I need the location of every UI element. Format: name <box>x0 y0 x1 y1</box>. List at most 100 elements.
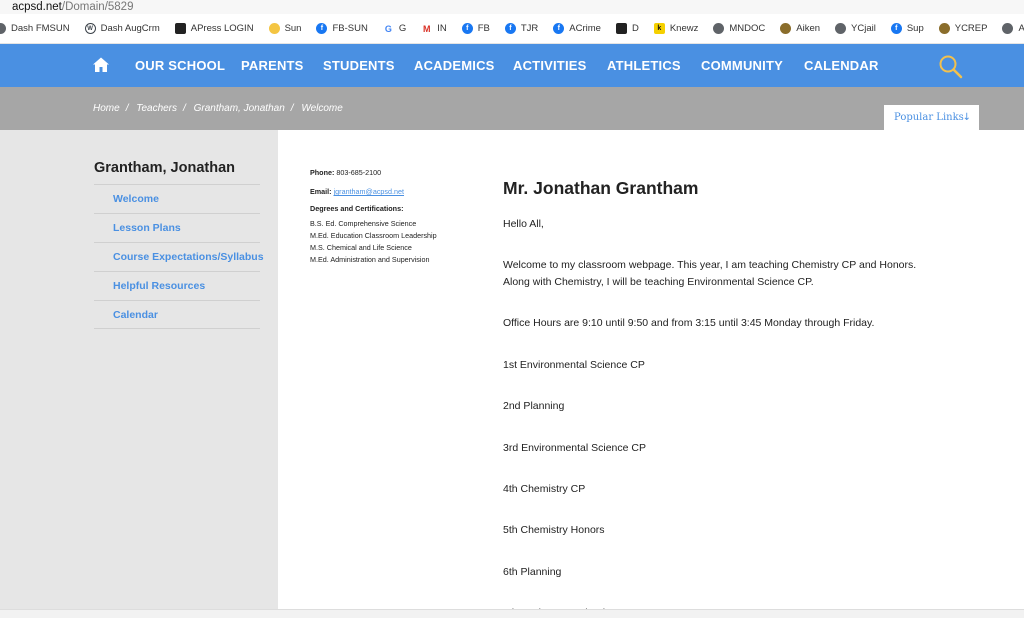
bookmark-item[interactable]: f ACrime <box>553 14 601 43</box>
bookmarks-bar: Dash FMSUN W Dash AugCrm APress LOGIN Sun f FB… <box>0 14 1024 44</box>
dark-icon <box>615 23 627 34</box>
bookmark-item[interactable]: f Sup <box>890 14 924 43</box>
facebook-icon: f <box>890 23 902 34</box>
window-bottom-edge <box>0 609 1024 618</box>
bookmark-item[interactable]: Dash FMSUN <box>0 14 70 43</box>
bookmark-label: APress LOGIN <box>190 23 254 34</box>
bookmark-label: ACrime <box>569 23 601 34</box>
seal-icon <box>938 23 950 34</box>
facebook-icon: f <box>461 23 473 34</box>
facebook-icon: f <box>553 23 565 34</box>
breadcrumb-current: Welcome <box>301 103 343 114</box>
nav-athletics[interactable]: ATHLETICS <box>607 44 681 87</box>
breadcrumb-teacher[interactable]: Grantham, Jonathan <box>194 103 285 114</box>
bookmark-item[interactable]: MNDOC <box>713 14 766 43</box>
nav-activities[interactable]: ACTIVITIES <box>513 44 587 87</box>
sidebar-item-welcome[interactable]: Welcome <box>94 184 260 213</box>
bookmark-label: Dash AugCrm <box>100 23 160 34</box>
intro-line-1: Welcome to my classroom webpage. This ye… <box>503 259 917 271</box>
bookmark-item[interactable]: M IN <box>421 14 447 43</box>
url-path: /Domain/5829 <box>61 1 134 13</box>
popular-links-label: Popular Links <box>894 112 964 123</box>
bookmark-item[interactable]: f FB <box>461 14 490 43</box>
bookmark-label: YCREP <box>954 23 988 34</box>
period-item: 1st Environmental Science CP <box>503 359 645 371</box>
bookmark-item[interactable]: f TJR <box>504 14 539 43</box>
bookmark-item[interactable]: GG <box>382 14 407 43</box>
globe-icon <box>1002 23 1014 34</box>
bookmark-item[interactable]: YCjail <box>835 14 876 43</box>
globe-icon <box>0 23 6 34</box>
degree-item: M.S. Chemical and Life Science <box>310 243 412 252</box>
popular-links-button[interactable]: Popular Links ↓ <box>884 105 979 130</box>
phone-label: Phone: <box>310 168 335 177</box>
bookmark-label: AC <box>1018 23 1024 34</box>
bookmark-label: Sun <box>284 23 302 34</box>
knewz-icon: k <box>653 23 665 34</box>
sidebar-item-helpful-resources[interactable]: Helpful Resources <box>94 271 260 300</box>
bookmark-item[interactable]: f FB-SUN <box>316 14 368 43</box>
phone-row: Phone: 803-685-2100 <box>310 166 490 185</box>
bookmark-label: D <box>631 23 639 34</box>
nav-community[interactable]: COMMUNITY <box>701 44 783 87</box>
globe-icon <box>835 23 847 34</box>
search-icon[interactable] <box>938 54 964 80</box>
nav-calendar[interactable]: CALENDAR <box>804 44 879 87</box>
bookmark-item[interactable]: Aiken <box>780 14 820 43</box>
bookmark-item[interactable]: D <box>615 14 639 43</box>
bookmark-item[interactable]: k Knewz <box>653 14 699 43</box>
nav-our-school[interactable]: OUR SCHOOL <box>135 44 225 87</box>
breadcrumb-home[interactable]: Home <box>93 103 120 114</box>
nav-parents[interactable]: PARENTS <box>241 44 304 87</box>
page-title: Mr. Jonathan Grantham <box>503 178 699 198</box>
breadcrumb-band: Home / Teachers / Grantham, Jonathan / Welc… <box>0 87 1024 130</box>
sidebar-item-calendar[interactable]: Calendar <box>94 300 260 329</box>
bookmark-item[interactable]: AC <box>1002 14 1024 43</box>
sidebar-item-lesson-plans[interactable]: Lesson Plans <box>94 213 260 242</box>
bookmark-label: IN <box>437 23 447 34</box>
sidebar-item-course-expectations[interactable]: Course Expectations/Syllabus <box>94 242 264 271</box>
bookmark-label: MNDOC <box>729 23 766 34</box>
breadcrumb-separator: / <box>183 103 186 114</box>
sidebar: Grantham, Jonathan Welcome Lesson Plans … <box>0 130 278 618</box>
period-item: 3rd Environmental Science CP <box>503 442 646 454</box>
address-bar[interactable]: acpsd.net/Domain/5829 <box>0 0 1024 14</box>
url-text[interactable]: acpsd.net/Domain/5829 <box>12 0 133 14</box>
bookmark-label: FB-SUN <box>332 23 368 34</box>
bookmark-item[interactable]: APress LOGIN <box>174 14 254 43</box>
breadcrumb-separator: / <box>125 103 129 114</box>
period-item: 4th Chemistry CP <box>503 483 586 495</box>
bookmark-label: Dash FMSUN <box>11 23 70 34</box>
degree-item: M.Ed. Administration and Supervision <box>310 255 430 264</box>
degree-item: B.S. Ed. Comprehensive Science <box>310 219 417 228</box>
intro-line-2: Along with Chemistry, I will be teaching… <box>503 276 814 288</box>
breadcrumb-separator: / <box>290 103 294 114</box>
main-content: Mr. Jonathan Grantham Hello All, Welcome… <box>503 178 943 618</box>
facebook-icon: f <box>504 23 516 34</box>
bookmark-label: G <box>398 23 407 34</box>
degrees-title: Degrees and Certifications: <box>310 204 404 213</box>
email-label: Email: <box>310 187 332 196</box>
bookmark-item[interactable]: W Dash AugCrm <box>84 14 160 43</box>
seal-icon <box>780 23 792 34</box>
facebook-icon: f <box>316 23 328 34</box>
bookmark-item[interactable]: YCREP <box>938 14 988 43</box>
bookmark-item[interactable]: Sun <box>268 14 302 43</box>
home-icon[interactable] <box>92 56 110 74</box>
bookmark-label: Knewz <box>669 23 699 34</box>
office-hours: Office Hours are 9:10 until 9:50 and fro… <box>503 317 875 329</box>
bookmark-label: TJR <box>520 23 539 34</box>
period-item: 2nd Planning <box>503 400 565 412</box>
nav-students[interactable]: STUDENTS <box>323 44 395 87</box>
nav-academics[interactable]: ACADEMICS <box>414 44 495 87</box>
phone-number: 803-685-2100 <box>336 168 382 177</box>
bookmark-label: Sup <box>906 23 924 34</box>
google-icon: G <box>382 23 394 34</box>
email-link[interactable]: jgrantham@acpsd.net <box>334 187 404 196</box>
bookmark-label: FB <box>477 23 490 34</box>
wordpress-icon: W <box>84 23 96 34</box>
period-item: 5th Chemistry Honors <box>503 524 605 536</box>
email-row: Email: jgrantham@acpsd.net <box>310 185 490 204</box>
breadcrumb-teachers[interactable]: Teachers <box>136 103 177 114</box>
greeting: Hello All, <box>503 218 544 230</box>
